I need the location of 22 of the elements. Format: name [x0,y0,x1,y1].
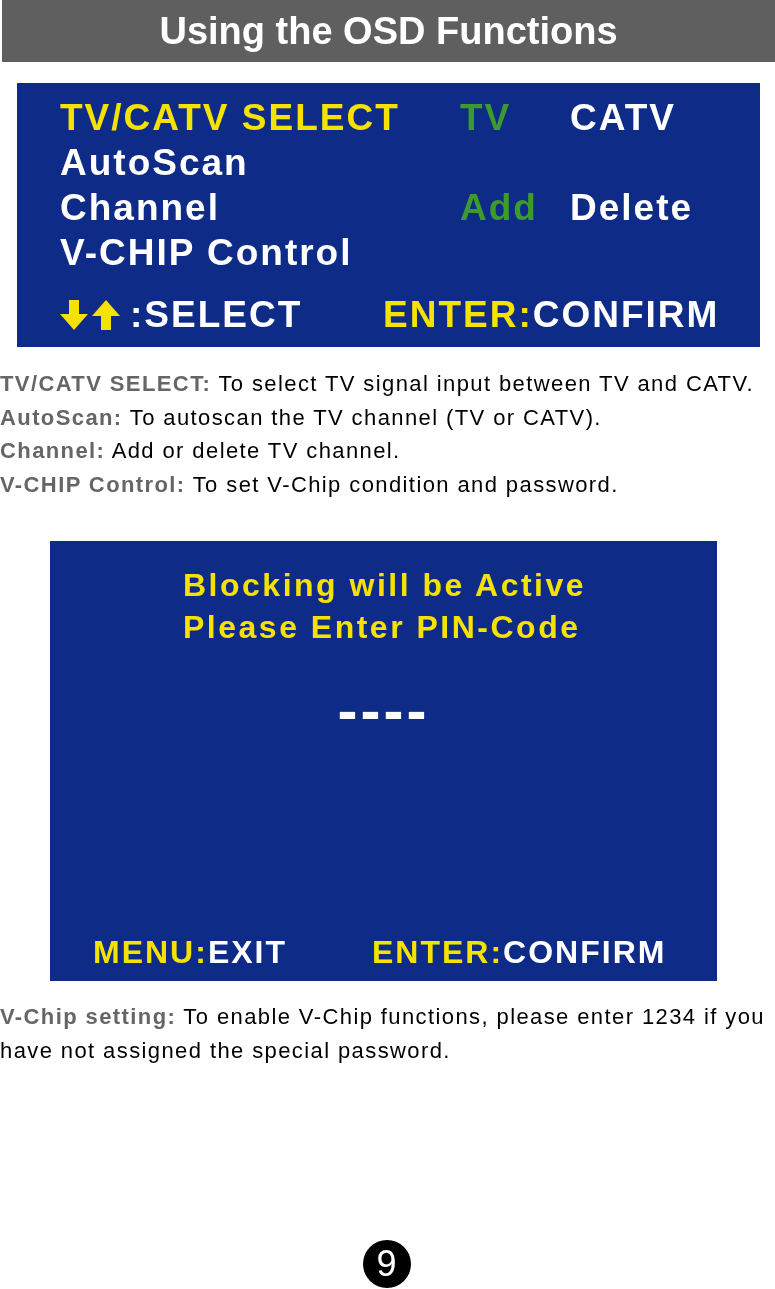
key-hint: ENTER:CONFIRM [383,293,720,337]
description-line: V-CHIP Control: To set V-Chip condition and password. [0,470,620,499]
menu-item[interactable]: AutoScan [60,140,460,185]
key-hint: ENTER:CONFIRM [372,933,667,972]
menu-item[interactable]: TV/CATV SELECT [60,95,460,140]
down-arrow-icon [60,299,88,330]
pin-message: Please Enter PIN-Code [183,608,581,647]
menu-item[interactable]: V-CHIP Control [60,230,460,275]
description-line: TV/CATV SELECT: To select TV signal input between TV and CATV. [0,370,756,398]
up-arrow-icon [92,299,120,330]
page-title: Using the OSD Functions [159,9,618,53]
description-line: AutoScan: To autoscan the TV channel (TV or CATV). [0,403,603,432]
menu-option[interactable]: Delete [570,187,694,228]
key-hint: MENU:EXIT [93,933,287,972]
page-number: 9 [362,1240,411,1288]
description-line: Channel: Add or delete TV channel. [0,437,402,465]
pin-message: Blocking will be Active [183,566,587,605]
menu-option[interactable]: CATV [570,97,676,138]
menu-item[interactable]: Channel [60,185,460,230]
pin-entry-field[interactable]: ---- [337,683,430,739]
select-hint: :SELECT [130,293,303,337]
note-paragraph: V-Chip setting: To enable V-Chip functions, please enter 1234 if you have not assigned the special password. [0,1003,766,1065]
